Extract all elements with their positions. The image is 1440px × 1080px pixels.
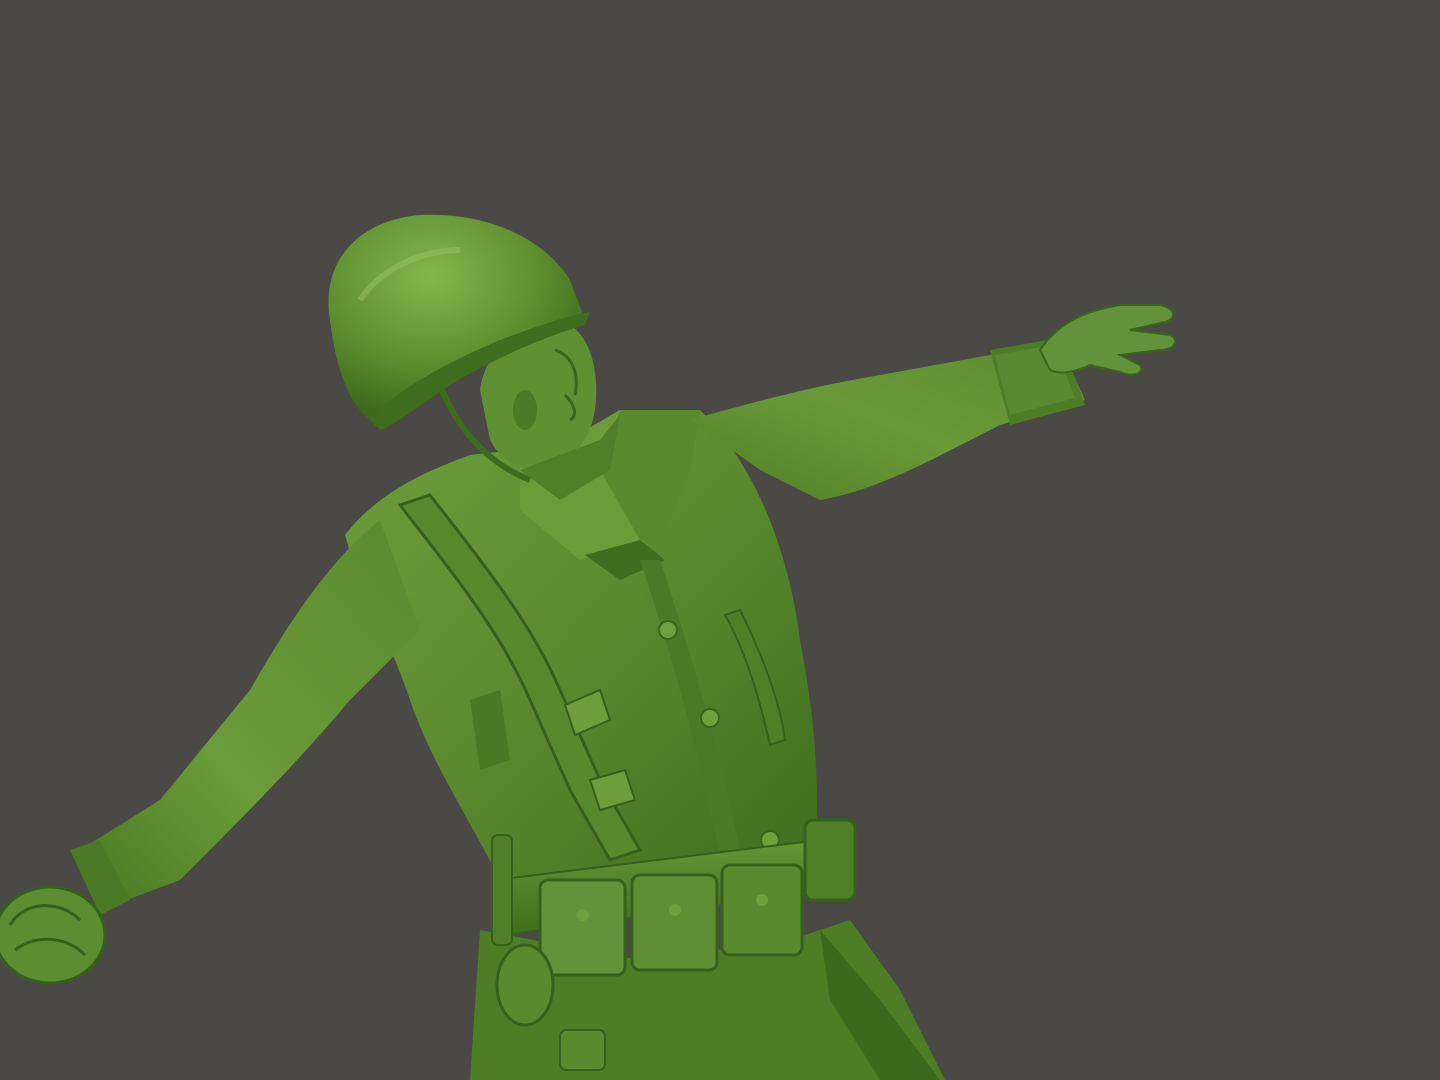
ammo-pouch bbox=[803, 818, 857, 902]
ammo-pouch bbox=[720, 863, 804, 957]
raised-arm bbox=[690, 338, 1085, 500]
ammo-pouch bbox=[538, 878, 627, 977]
ammo-pouch bbox=[630, 873, 719, 972]
lowered-arm bbox=[70, 520, 420, 915]
soldier-figure bbox=[0, 214, 1177, 1080]
raised-hand bbox=[1038, 304, 1177, 376]
bayonet-handle bbox=[491, 834, 513, 946]
render-viewport bbox=[0, 0, 1440, 1080]
grenade-fist bbox=[0, 885, 107, 985]
belt-grenade bbox=[495, 943, 555, 1027]
